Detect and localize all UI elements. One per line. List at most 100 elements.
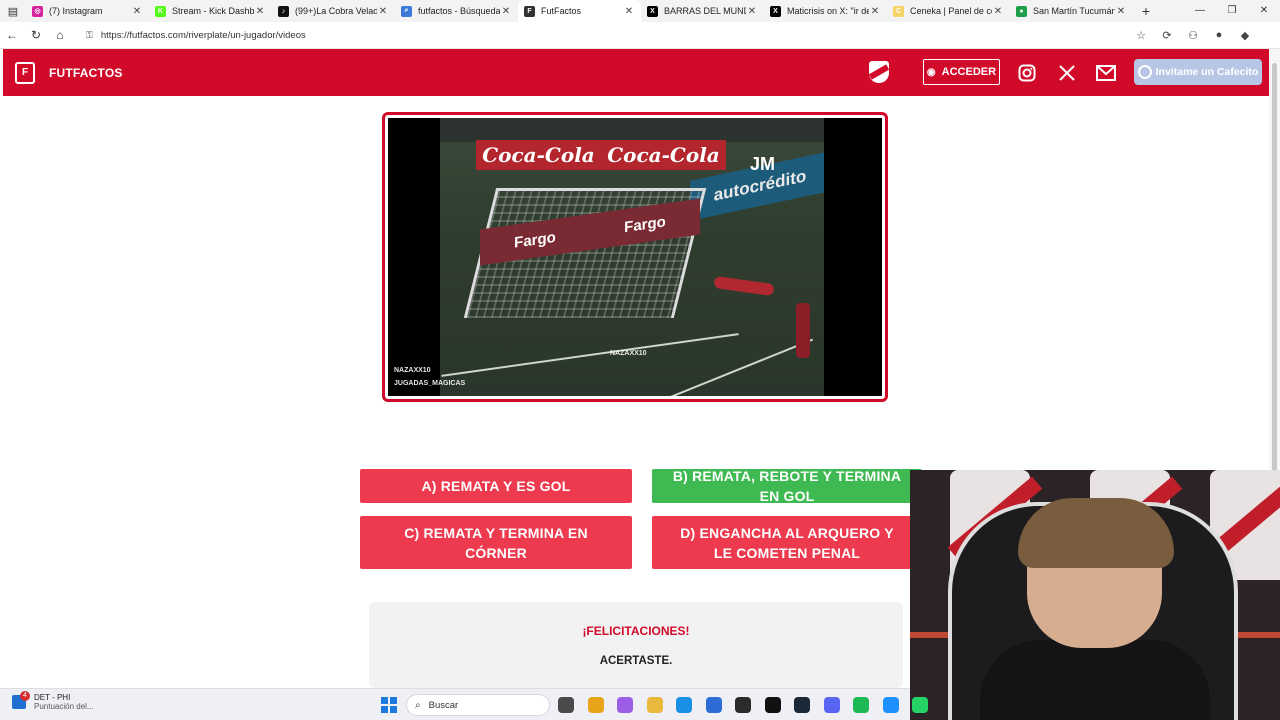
answer-d-button[interactable]: D) ENGANCHA AL ARQUERO Y LE COMETEN PENA… bbox=[652, 516, 922, 569]
result-title: ¡FELICITACIONES! bbox=[582, 624, 690, 638]
windows-taskbar: 4 DET - PHI Puntuación del... ⌕ Buscar bbox=[0, 688, 928, 720]
tab-close-icon[interactable]: ✕ bbox=[254, 6, 266, 17]
edge-icon[interactable] bbox=[646, 697, 663, 713]
tab-close-icon[interactable]: ✕ bbox=[623, 6, 635, 17]
refresh-icon[interactable]: ↻ bbox=[24, 28, 48, 42]
steam-icon[interactable] bbox=[764, 697, 781, 713]
search-placeholder: Buscar bbox=[428, 699, 459, 711]
player-on-ground bbox=[713, 275, 775, 297]
widgets-button[interactable]: 4 DET - PHI Puntuación del... bbox=[12, 691, 94, 711]
extensions-icon[interactable]: ⟳ bbox=[1154, 29, 1180, 42]
sports-widget-icon: 4 bbox=[12, 691, 30, 709]
widget-subtitle: Puntuación del... bbox=[34, 702, 94, 711]
instagram-icon[interactable] bbox=[1016, 62, 1038, 84]
file-explorer-icon[interactable] bbox=[617, 697, 633, 713]
tab-favicon-icon: X bbox=[770, 5, 781, 17]
answer-c-button[interactable]: C) REMATA Y TERMINA EN CÓRNER bbox=[360, 516, 632, 569]
browser-tab[interactable]: ⌕ futfactos - Búsqueda ✕ bbox=[395, 0, 518, 22]
tab-favicon-icon: C bbox=[893, 5, 904, 17]
mail-icon[interactable] bbox=[1095, 62, 1117, 84]
profile-icon[interactable]: ● bbox=[1206, 29, 1232, 41]
user-icon: ◉ bbox=[926, 66, 936, 78]
widget-title: DET - PHI bbox=[34, 693, 71, 702]
watermark-center: NAZAXX10 bbox=[610, 350, 647, 357]
browser-tab[interactable]: ● San Martín Tucumán V✕ bbox=[1010, 0, 1133, 22]
coffee-icon bbox=[1137, 65, 1152, 79]
store-icon[interactable] bbox=[676, 697, 692, 713]
tab-close-icon[interactable]: ✕ bbox=[869, 6, 881, 17]
app-icon-extra[interactable] bbox=[912, 697, 928, 713]
copilot-app-icon[interactable] bbox=[587, 697, 604, 713]
tab-close-icon[interactable]: ✕ bbox=[500, 6, 512, 17]
tab-favicon-icon: K bbox=[155, 5, 166, 17]
channel-tag: JM bbox=[750, 154, 776, 174]
close-window-icon[interactable]: ✕ bbox=[1248, 0, 1280, 22]
photos-icon[interactable] bbox=[853, 697, 869, 713]
brand-name[interactable]: FUTFACTOS bbox=[49, 66, 123, 80]
futfactos-logo-icon[interactable]: F bbox=[15, 61, 35, 84]
restore-icon[interactable]: ❐ bbox=[1216, 0, 1248, 22]
watermark-instagram-2: JUGADAS_MAGICAS bbox=[394, 380, 466, 387]
tab-title: FutFactos bbox=[541, 6, 582, 16]
tab-title: futfactos - Búsqueda bbox=[418, 6, 500, 16]
result-message: ACERTASTE. bbox=[599, 655, 673, 667]
browser-tab[interactable]: X BARRAS DEL MUNDO✕ bbox=[641, 0, 764, 22]
favorite-icon[interactable]: ☆ bbox=[1128, 29, 1154, 42]
tab-title: BARRAS DEL MUNDO bbox=[664, 6, 746, 16]
browser-tab[interactable]: X Maticrisis on X: "ir de ✕ bbox=[764, 0, 887, 22]
football-pitch-image: Coca-Cola Coca-Cola autocrédito Fargo Farg… bbox=[440, 118, 824, 396]
webcam-overlay bbox=[910, 470, 1280, 720]
site-info-icon[interactable]: ⚿ bbox=[86, 30, 93, 41]
tab-title: (99+)La Cobra Velada bbox=[295, 6, 377, 16]
browser-tab[interactable]: C Ceneka | Panel de config✕ bbox=[887, 0, 1010, 22]
copilot-icon[interactable]: ◆ bbox=[1232, 29, 1258, 42]
video-player[interactable]: Coca-Cola Coca-Cola autocrédito Fargo Farg… bbox=[382, 112, 888, 402]
coffee-donate-button[interactable]: Invitame un Cafecito bbox=[1134, 59, 1262, 85]
spotify-icon[interactable] bbox=[823, 697, 840, 713]
windows-start-icon[interactable] bbox=[381, 697, 397, 713]
result-panel: ¡FELICITACIONES! ACERTASTE. bbox=[369, 602, 903, 688]
browser-tab-strip: ▤ ◎ (7) Instagram ✕ K Stream - Kick Dashboar… bbox=[0, 0, 1280, 22]
minimize-icon[interactable]: — bbox=[1184, 0, 1216, 22]
tab-close-icon[interactable]: ✕ bbox=[377, 6, 389, 17]
back-icon[interactable]: ← bbox=[0, 28, 24, 42]
tab-close-icon[interactable]: ✕ bbox=[992, 6, 1004, 17]
browser-tab[interactable]: ◎ (7) Instagram ✕ bbox=[26, 0, 149, 22]
collections-icon[interactable]: ⚇ bbox=[1180, 29, 1206, 42]
task-view-icon[interactable] bbox=[558, 697, 574, 713]
discord-icon[interactable] bbox=[794, 697, 810, 713]
tab-close-icon[interactable]: ✕ bbox=[746, 6, 758, 17]
tab-actions-icon[interactable]: ▤ bbox=[0, 0, 26, 22]
tiktok-icon[interactable] bbox=[735, 697, 751, 713]
tab-favicon-icon: ● bbox=[1016, 5, 1027, 17]
answer-b-button[interactable]: B) REMATA, REBOTE Y TERMINA EN GOL bbox=[652, 468, 922, 504]
login-label: ACCEDER bbox=[941, 66, 997, 78]
video-frame-content[interactable]: Coca-Cola Coca-Cola autocrédito Fargo Farg… bbox=[388, 118, 882, 396]
tab-title: (7) Instagram bbox=[49, 6, 103, 16]
browser-toolbar: ← ↻ ⌂ ⚿ https://futfactos.com/riverplate… bbox=[0, 22, 1280, 49]
new-tab-button[interactable]: + bbox=[1133, 3, 1159, 19]
coffee-label: Invitame un Cafecito bbox=[1155, 66, 1259, 78]
river-plate-crest-icon[interactable] bbox=[868, 61, 890, 83]
tab-close-icon[interactable]: ✕ bbox=[131, 6, 143, 17]
address-bar[interactable]: ⚿ https://futfactos.com/riverplate/un-ju… bbox=[78, 24, 1128, 46]
taskbar-search-input[interactable]: ⌕ Buscar bbox=[406, 694, 550, 716]
tab-title: Maticrisis on X: "ir de bbox=[787, 6, 869, 16]
player-number-7 bbox=[796, 303, 810, 358]
tab-title: Stream - Kick Dashboard bbox=[172, 6, 254, 16]
streamer-hair bbox=[1018, 498, 1174, 568]
whatsapp-icon[interactable] bbox=[882, 697, 899, 713]
app-icon[interactable] bbox=[705, 697, 722, 713]
url-text: https://futfactos.com/riverplate/un-juga… bbox=[100, 29, 306, 41]
browser-tab[interactable]: ♪ (99+)La Cobra Velada ✕ bbox=[272, 0, 395, 22]
browser-tab[interactable]: F FutFactos ✕ bbox=[518, 0, 641, 22]
browser-tab[interactable]: K Stream - Kick Dashboard✕ bbox=[149, 0, 272, 22]
x-twitter-icon[interactable] bbox=[1056, 62, 1078, 84]
answer-a-button[interactable]: A) REMATA Y ES GOL bbox=[360, 469, 632, 503]
ad-banner: Coca-Cola Coca-Cola bbox=[476, 140, 726, 170]
watermark-instagram-1: NAZAXX10 bbox=[394, 367, 431, 374]
tab-close-icon[interactable]: ✕ bbox=[1115, 6, 1127, 17]
home-icon[interactable]: ⌂ bbox=[48, 28, 72, 42]
site-header: F FUTFACTOS ◉ ACCEDER Invitame un Cafeci… bbox=[3, 49, 1269, 96]
login-button[interactable]: ◉ ACCEDER bbox=[923, 59, 1000, 85]
